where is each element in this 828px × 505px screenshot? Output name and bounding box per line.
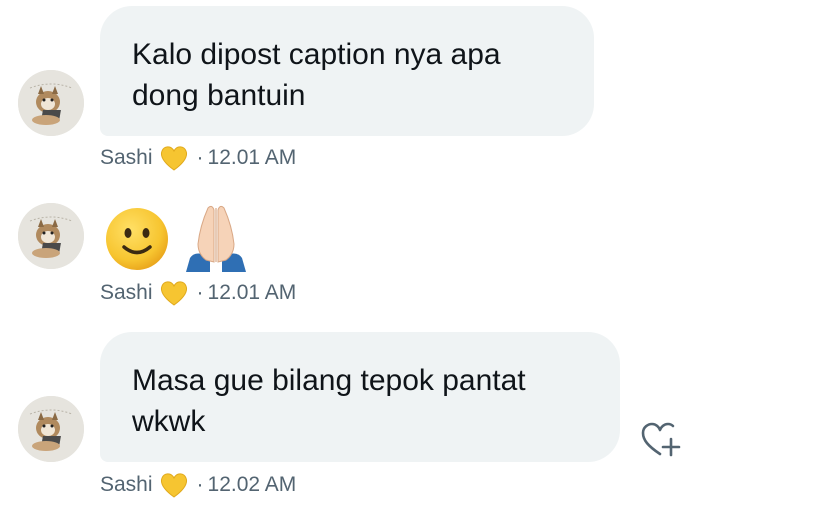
meta-separator: · — [196, 146, 204, 169]
sender-name[interactable]: Sashi — [100, 281, 153, 305]
sender-avatar[interactable] — [18, 203, 84, 269]
message-meta: Sashi · 12.02 AM — [100, 470, 296, 500]
message-bubble[interactable]: Kalo dipost caption nya apa dong bantuin — [100, 6, 594, 136]
sender-name[interactable]: Sashi — [100, 146, 153, 170]
yellow-heart-icon — [159, 279, 189, 307]
message-meta: Sashi · 12.01 AM — [100, 143, 296, 173]
slightly-smiling-face-icon — [106, 208, 168, 270]
message-bubble[interactable]: Masa gue bilang tepok pantat wkwk — [100, 332, 620, 462]
meta-separator: · — [196, 473, 204, 496]
meta-separator: · — [196, 281, 204, 304]
message-time: 12.02 AM — [207, 473, 297, 496]
add-reaction-heart-icon[interactable] — [640, 422, 682, 458]
sender-avatar[interactable] — [18, 396, 84, 462]
yellow-heart-icon — [159, 144, 189, 172]
message-time: 12.01 AM — [207, 281, 297, 304]
sender-name[interactable]: Sashi — [100, 473, 153, 497]
message-time: 12.01 AM — [207, 146, 297, 169]
message-meta: Sashi · 12.01 AM — [100, 278, 296, 308]
folded-hands-icon — [186, 205, 246, 272]
emoji-message[interactable] — [104, 200, 252, 272]
sender-avatar[interactable] — [18, 70, 84, 136]
yellow-heart-icon — [159, 471, 189, 499]
